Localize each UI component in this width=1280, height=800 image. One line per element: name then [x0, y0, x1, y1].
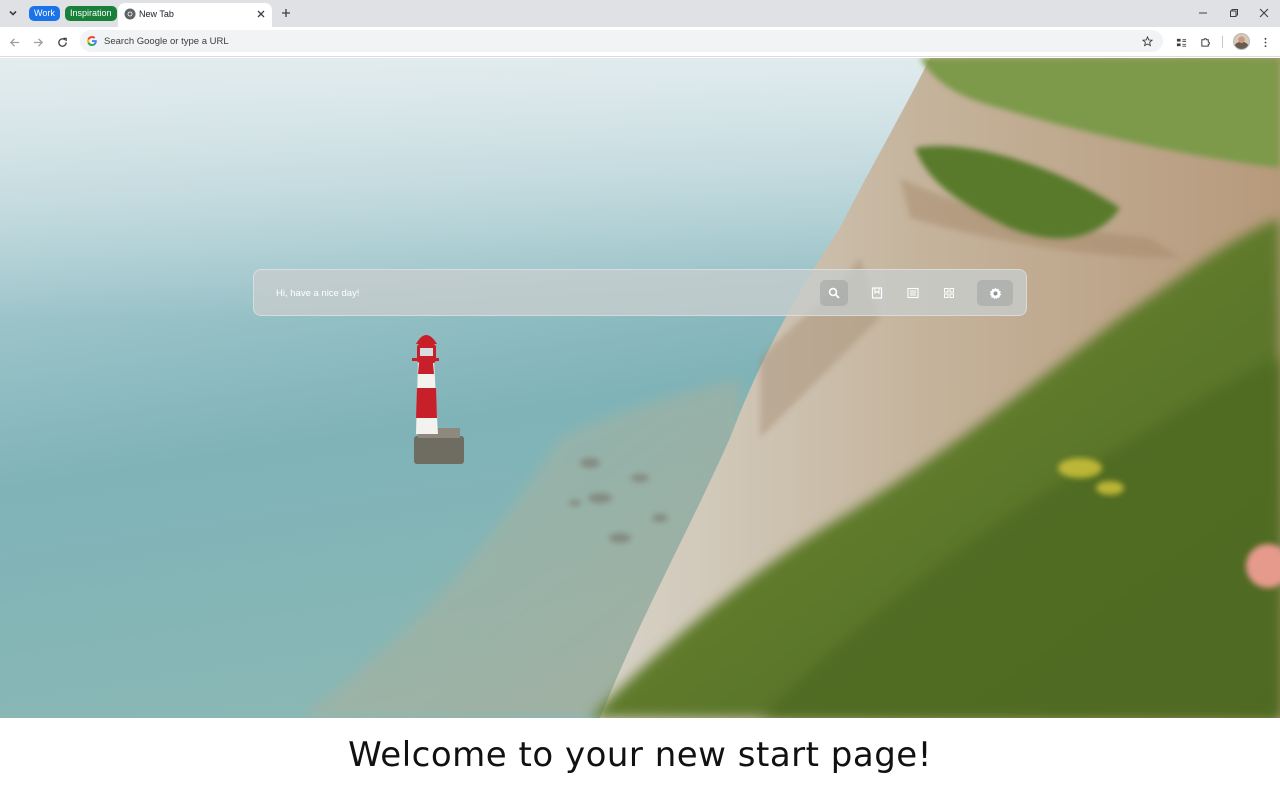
menu-icon	[1264, 37, 1266, 47]
start-search-input[interactable]	[276, 285, 796, 301]
google-g-icon	[87, 36, 97, 46]
tab-title: New Tab	[139, 9, 174, 19]
extensions-button[interactable]	[1197, 34, 1213, 50]
tab-close-button[interactable]	[255, 8, 267, 20]
toolbar-separator	[1222, 36, 1223, 48]
reload-button[interactable]	[54, 34, 70, 50]
reading-list-icon	[1176, 38, 1186, 47]
back-button[interactable]	[6, 34, 22, 50]
minimize-icon	[1199, 12, 1207, 14]
apps-grid-button[interactable]	[935, 280, 963, 306]
bookmarks-icon	[871, 287, 883, 299]
chevron-down-icon	[9, 10, 17, 16]
search-button[interactable]	[820, 280, 848, 306]
menu-button[interactable]	[1257, 34, 1273, 50]
plus-icon	[282, 9, 290, 17]
close-window-button[interactable]	[1256, 5, 1272, 21]
forward-button[interactable]	[30, 34, 46, 50]
profile-avatar[interactable]	[1233, 33, 1250, 50]
back-icon	[9, 37, 19, 47]
tab-group-work[interactable]: Work	[29, 6, 60, 21]
notes-button[interactable]	[899, 280, 927, 306]
tab-group-inspiration[interactable]: Inspiration	[65, 6, 117, 21]
settings-icon	[989, 287, 1001, 299]
restore-button[interactable]	[1226, 5, 1242, 21]
close-icon	[1259, 8, 1269, 18]
tab-new-tab[interactable]: New Tab	[118, 3, 272, 27]
omnibox[interactable]	[80, 30, 1163, 52]
bookmark-star-icon	[1141, 35, 1153, 47]
reading-list-button[interactable]	[1173, 34, 1189, 50]
restore-icon	[1230, 9, 1238, 17]
minimize-button[interactable]	[1195, 5, 1211, 21]
extensions-icon	[1200, 37, 1210, 47]
start-page-search-bar	[253, 269, 1027, 316]
new-tab-button[interactable]	[278, 5, 294, 21]
bookmarks-button[interactable]	[863, 280, 891, 306]
forward-icon	[33, 37, 43, 47]
welcome-caption: Welcome to your new start page!	[348, 735, 932, 775]
browser-toolbar	[0, 27, 1280, 57]
background-image	[0, 58, 1280, 718]
address-bar-input[interactable]	[104, 33, 1134, 49]
tab-strip: Work Inspiration New Tab	[0, 0, 1280, 27]
search-icon	[828, 287, 840, 299]
notes-icon	[907, 287, 919, 299]
close-icon	[257, 10, 265, 18]
apps-grid-icon	[944, 288, 954, 298]
tab-search-button[interactable]	[5, 5, 21, 21]
lighthouse-cliffs-photo	[0, 58, 1280, 718]
reload-icon	[57, 37, 67, 47]
chrome-icon	[124, 8, 136, 20]
bookmark-star-button[interactable]	[1139, 33, 1155, 49]
settings-button[interactable]	[977, 280, 1013, 306]
